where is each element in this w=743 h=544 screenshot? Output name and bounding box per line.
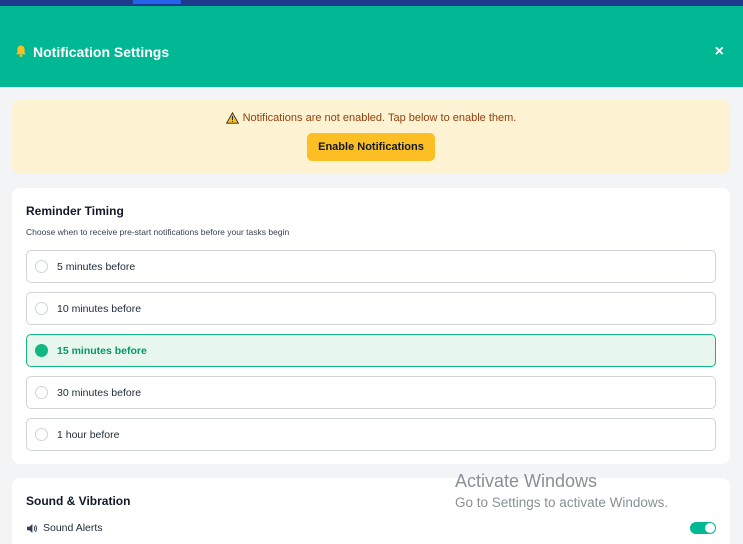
enable-notifications-button[interactable]: Enable Notifications [307, 133, 435, 161]
dialog-header: Notification Settings × [0, 6, 743, 87]
radio-button[interactable] [35, 302, 48, 315]
page-title: Notification Settings [33, 43, 170, 60]
sound-vibration-card: Sound & Vibration Sound Alerts [12, 478, 730, 544]
radio-button[interactable] [35, 260, 48, 273]
banner-message-row: Notifications are not enabled. Tap below… [225, 111, 517, 124]
notifications-disabled-banner: Notifications are not enabled. Tap below… [12, 100, 730, 174]
sound-alerts-label-group: Sound Alerts [26, 522, 103, 534]
active-tab-indicator [133, 0, 181, 4]
toggle-knob [705, 523, 715, 533]
reminder-option-label: 15 minutes before [57, 344, 147, 357]
reminder-option-label: 10 minutes before [57, 302, 142, 315]
reminder-option-15-minutes[interactable]: 15 minutes before [26, 334, 716, 367]
sound-alerts-label: Sound Alerts [43, 522, 103, 534]
banner-message: Notifications are not enabled. Tap below… [242, 112, 517, 124]
reminder-option-label: 30 minutes before [57, 386, 142, 399]
reminder-option-label: 5 minutes before [57, 260, 136, 273]
reminder-option-1-hour[interactable]: 1 hour before [26, 418, 716, 451]
warning-icon [225, 111, 239, 124]
reminder-timing-title: Reminder Timing [26, 204, 124, 218]
reminder-option-30-minutes[interactable]: 30 minutes before [26, 376, 716, 409]
sound-alerts-row: Sound Alerts [26, 522, 716, 534]
radio-button[interactable] [35, 428, 48, 441]
reminder-option-5-minutes[interactable]: 5 minutes before [26, 250, 716, 283]
radio-button[interactable] [35, 386, 48, 399]
speaker-icon [26, 523, 38, 534]
reminder-option-label: 1 hour before [57, 428, 120, 441]
radio-button-selected[interactable] [35, 344, 48, 357]
sound-vibration-title: Sound & Vibration [26, 494, 131, 508]
close-icon[interactable]: × [715, 43, 724, 60]
sound-alerts-toggle[interactable] [690, 522, 716, 534]
reminder-option-10-minutes[interactable]: 10 minutes before [26, 292, 716, 325]
header-title-group: Notification Settings [14, 44, 169, 60]
reminder-timing-description: Choose when to receive pre-start notific… [26, 227, 290, 237]
reminder-timing-card: Reminder Timing Choose when to receive p… [12, 188, 730, 464]
bell-icon [14, 44, 28, 60]
